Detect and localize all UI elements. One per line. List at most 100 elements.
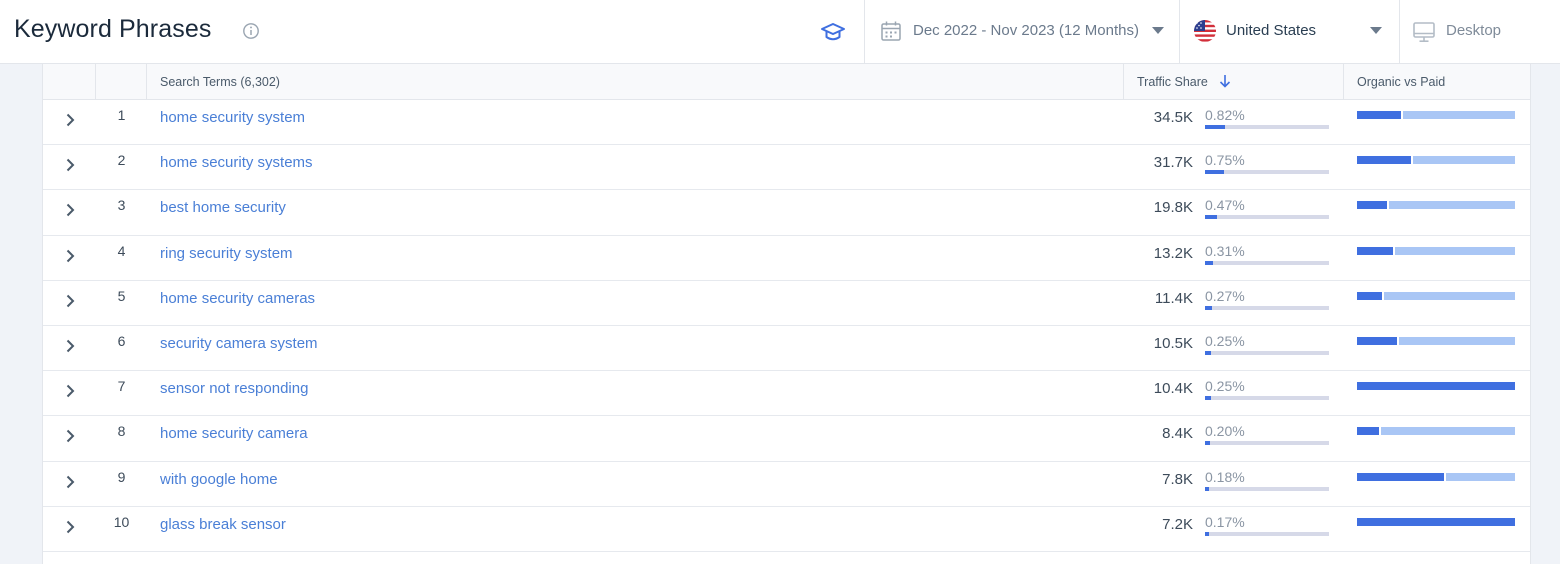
table-row[interactable]: 3 best home security 19.8K 0.47% — [43, 190, 1530, 236]
organic-vs-paid-bar — [1357, 156, 1515, 165]
traffic-share-percent: 0.25% — [1205, 378, 1245, 395]
chevron-right-icon[interactable] — [64, 157, 76, 173]
traffic-share-bar-fill — [1205, 350, 1211, 355]
traffic-share-percent: 0.31% — [1205, 242, 1245, 259]
organic-segment — [1357, 246, 1393, 255]
top-bar: Keyword Phrases Dec 2022 - Nov 2023 (12 … — [0, 0, 1560, 64]
chevron-right-icon[interactable] — [64, 428, 76, 444]
traffic-share-percent: 0.17% — [1205, 513, 1245, 530]
organic-vs-paid-bar — [1357, 472, 1515, 481]
search-term-link[interactable]: glass break sensor — [160, 516, 286, 533]
traffic-volume: 19.8K — [1153, 199, 1193, 217]
table-header: Search Terms (6,302) Traffic Share Organ… — [43, 64, 1530, 100]
column-header-traffic-share[interactable]: Traffic Share — [1124, 64, 1344, 100]
organic-vs-paid-bar — [1357, 246, 1515, 255]
traffic-share-bar — [1205, 170, 1329, 175]
table-row[interactable]: 9 with google home 7.8K 0.18% — [43, 462, 1530, 507]
table-row[interactable]: 4 ring security system 13.2K 0.31% — [43, 236, 1530, 281]
caret-down-icon — [1370, 27, 1382, 34]
paid-segment — [1446, 472, 1515, 481]
row-rank: 7 — [117, 378, 126, 395]
chevron-right-icon[interactable] — [64, 293, 76, 309]
chevron-right-icon[interactable] — [64, 248, 76, 264]
table-row[interactable]: 8 home security camera 8.4K 0.20% — [43, 416, 1530, 462]
chevron-right-icon[interactable] — [64, 338, 76, 354]
search-term-link[interactable]: sensor not responding — [160, 380, 308, 397]
traffic-share-bar-fill — [1205, 531, 1209, 536]
organic-vs-paid-header-label: Organic vs Paid — [1357, 75, 1446, 89]
traffic-share-bar — [1205, 125, 1329, 129]
table-row[interactable]: 2 home security systems 31.7K 0.75% — [43, 145, 1530, 191]
table-row[interactable]: 10 glass break sensor 7.2K 0.17% — [43, 507, 1530, 552]
sort-arrow-down-icon[interactable] — [1219, 74, 1231, 88]
chevron-right-icon[interactable] — [64, 519, 76, 535]
table-row[interactable]: 6 security camera system 10.5K 0.25% — [43, 326, 1530, 372]
table-row[interactable]: 7 sensor not responding 10.4K 0.25% — [43, 371, 1530, 417]
row-rank: 4 — [117, 242, 126, 259]
traffic-share-bar-fill — [1205, 170, 1224, 175]
traffic-share-bar — [1205, 531, 1329, 536]
device-selector[interactable]: Desktop — [1400, 0, 1540, 64]
table-row[interactable]: 5 home security cameras 11.4K 0.27% — [43, 281, 1530, 326]
traffic-volume: 31.7K — [1153, 154, 1193, 172]
row-rank: 9 — [117, 468, 126, 485]
info-icon[interactable] — [242, 22, 260, 40]
organic-vs-paid-bar — [1357, 427, 1515, 436]
table-row[interactable]: 1 home security system 34.5K 0.82% — [43, 100, 1530, 146]
paid-segment — [1381, 427, 1515, 436]
organic-segment — [1357, 427, 1379, 436]
traffic-volume: 34.5K — [1153, 109, 1193, 126]
row-rank: 5 — [117, 287, 126, 304]
traffic-share-bar-fill — [1205, 260, 1213, 265]
organic-segment — [1357, 382, 1515, 391]
search-term-link[interactable]: home security systems — [160, 154, 313, 171]
search-term-link[interactable]: ring security system — [160, 245, 293, 262]
traffic-share-bar — [1205, 396, 1329, 401]
paid-segment — [1413, 156, 1515, 165]
chevron-right-icon[interactable] — [64, 383, 76, 399]
device-label: Desktop — [1446, 22, 1502, 39]
traffic-share-bar — [1205, 260, 1329, 265]
row-rank: 2 — [117, 152, 126, 169]
organic-segment — [1357, 472, 1444, 481]
traffic-volume: 11.4K — [1154, 289, 1193, 307]
traffic-share-bar — [1205, 350, 1329, 355]
search-term-link[interactable]: with google home — [160, 471, 278, 488]
paid-segment — [1395, 246, 1515, 255]
date-range-picker[interactable]: Dec 2022 - Nov 2023 (12 Months) — [866, 0, 1178, 64]
column-header-search-terms[interactable]: Search Terms (6,302) — [147, 64, 1124, 100]
chevron-right-icon[interactable] — [64, 112, 76, 128]
search-term-link[interactable]: best home security — [160, 199, 286, 216]
row-rank: 3 — [117, 197, 126, 214]
paid-segment — [1389, 201, 1515, 210]
organic-segment — [1357, 201, 1387, 210]
traffic-share-bar — [1205, 486, 1329, 491]
search-term-link[interactable]: home security system — [160, 109, 305, 126]
us-flag-icon — [1194, 20, 1216, 42]
row-rank: 6 — [117, 332, 126, 349]
organic-vs-paid-bar — [1357, 201, 1515, 210]
traffic-share-percent: 0.25% — [1205, 332, 1245, 349]
country-label: United States — [1226, 22, 1317, 39]
country-selector[interactable]: United States — [1180, 0, 1398, 64]
search-term-link[interactable]: security camera system — [160, 335, 318, 352]
traffic-share-bar-fill — [1205, 396, 1211, 401]
graduation-cap-icon[interactable] — [819, 20, 847, 44]
traffic-share-percent: 0.27% — [1205, 287, 1245, 304]
search-term-link[interactable]: home security cameras — [160, 290, 315, 307]
traffic-volume: 7.2K — [1162, 515, 1193, 533]
column-header-organic-vs-paid[interactable]: Organic vs Paid — [1344, 64, 1530, 100]
chevron-right-icon[interactable] — [64, 474, 76, 490]
paid-segment — [1384, 291, 1515, 300]
chevron-right-icon[interactable] — [64, 202, 76, 218]
search-term-link[interactable]: home security camera — [160, 425, 308, 442]
traffic-share-bar-fill — [1205, 441, 1210, 446]
organic-segment — [1357, 336, 1397, 345]
header-divider — [864, 0, 865, 64]
traffic-volume: 10.5K — [1153, 334, 1193, 352]
row-rank: 8 — [117, 423, 126, 440]
desktop-icon — [1413, 22, 1435, 43]
organic-vs-paid-bar — [1357, 111, 1515, 119]
table-body: 1 home security system 34.5K 0.82% 2 home sec… — [43, 100, 1530, 552]
search-terms-header-label: Search Terms (6,302) — [160, 75, 280, 89]
